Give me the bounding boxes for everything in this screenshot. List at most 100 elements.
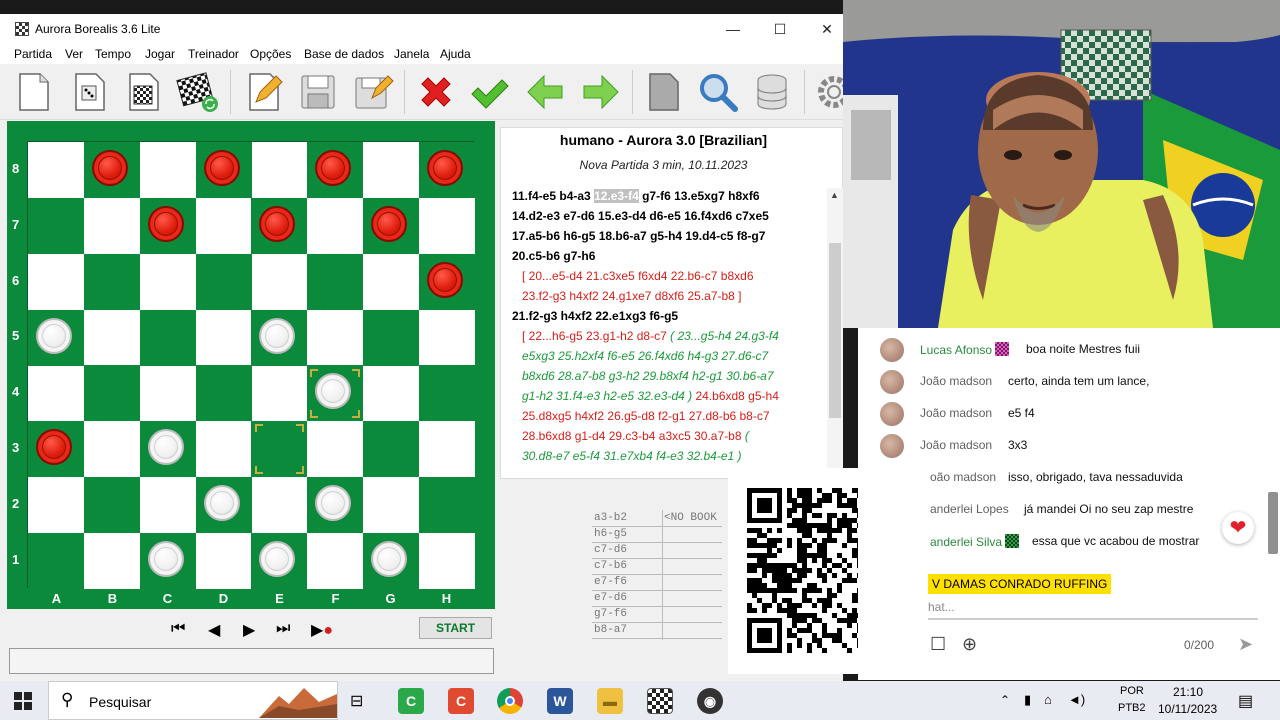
start-button[interactable]: START [419,617,492,639]
square-b7[interactable] [83,197,140,254]
database-icon[interactable] [750,70,794,114]
move-text[interactable]: 17.a5-b6 h6-g5 18.b6-a7 g5-h4 19.d4-c5 f… [512,229,765,243]
notification-icon[interactable]: ▤ [1238,691,1253,711]
scroll-thumb[interactable] [829,243,841,418]
windows-start-icon[interactable] [14,692,32,710]
file-explorer-icon[interactable]: ▬ [597,688,623,714]
square-h2[interactable] [419,477,475,533]
square-a2[interactable] [28,477,84,533]
notation-line[interactable]: e5xg3 25.h2xf4 f6-e5 26.f4xd6 h4-g3 27.d… [512,349,768,363]
network-icon[interactable]: ⌂ [1044,692,1052,707]
move-text[interactable]: ( 23...g5-h4 24.g3-f4 [670,329,779,343]
move-text[interactable]: [ 20...e5-d4 21.c3xe5 f6xd4 22.b6-c7 b8x… [512,269,754,283]
square-d1[interactable] [195,533,252,589]
chat-author-name[interactable]: anderlei Lopes [930,502,1009,516]
square-e3[interactable] [251,421,308,478]
square-e4[interactable] [251,365,308,422]
obs-icon[interactable]: ◉ [697,688,723,714]
document-icon[interactable] [642,70,686,114]
square-d4[interactable] [195,365,252,422]
red-checker-piece[interactable] [427,149,464,186]
autoplay-button[interactable]: ▶● [311,620,333,640]
red-checker-piece[interactable] [35,429,72,466]
square-c8[interactable] [139,142,196,198]
last-move-button[interactable]: ⏭ [276,620,290,638]
menu-opcoes[interactable]: Opções [250,47,291,61]
square-b4[interactable] [83,365,140,422]
forward-arrow-icon[interactable] [578,70,622,114]
square-b6[interactable] [83,253,140,310]
search-icon[interactable] [696,70,740,114]
notation-line[interactable]: b8xd6 28.a7-b8 g3-h2 29.b8xf4 h2-g1 30.b… [512,369,774,383]
menu-jogar[interactable]: Jogar [145,47,175,61]
chat-author-name[interactable]: João madson [920,406,992,420]
book-move[interactable]: g7-f6 [594,608,627,620]
move-text[interactable]: 14.d2-e3 e7-d6 15.e3-d4 d6-e5 16.f4xd6 c… [512,209,769,223]
book-move[interactable]: b8-a7 [594,624,627,636]
chat-author-name[interactable]: João madson [920,374,992,388]
square-e2[interactable] [251,477,308,533]
book-move[interactable]: e7-f6 [594,576,627,588]
chat-message[interactable]: oão madson isso, obrigado, tava nessaduvi… [858,460,1258,488]
chat-message[interactable]: João madson 3x3 [858,428,1258,458]
chat-add-icon[interactable]: ⊕ [962,634,977,655]
square-g6[interactable] [363,253,419,310]
camtasia-green-icon[interactable]: C [398,688,424,714]
clock-date[interactable]: 10/11/2023 [1158,702,1217,716]
new-game-board-icon[interactable] [176,70,220,114]
square-g8[interactable] [363,142,419,198]
save-as-icon[interactable] [350,70,394,114]
menu-treinador[interactable]: Treinador [188,47,239,61]
square-b3[interactable] [83,421,140,478]
square-h7[interactable] [419,197,475,254]
white-checker-piece[interactable] [203,485,240,522]
keyboard-layout-label[interactable]: PTB2 [1118,702,1146,714]
tray-up-icon[interactable]: ⌃ [1000,693,1010,707]
notation-line[interactable]: [ 22...h6-g5 23.g1-h2 d8-c7 ( 23...g5-h4… [512,329,779,343]
notation-line[interactable]: 30.d8-e7 e5-f4 31.e7xb4 f4-e3 32.b4-e1 ) [512,449,742,463]
square-g5[interactable] [363,309,419,366]
move-text[interactable]: 20.c5-b6 g7-h6 [512,249,595,263]
square-a4[interactable] [28,365,84,422]
square-d3[interactable] [195,421,252,478]
notation-line[interactable]: 23.f2-g3 h4xf2 24.g1xe7 d8xf6 25.a7-b8 ] [512,289,742,303]
square-c4[interactable] [139,365,196,422]
square-c2[interactable] [139,477,196,533]
red-checker-piece[interactable] [147,205,184,242]
taskbar-search-box[interactable]: ⚲ Pesquisar [48,681,338,720]
white-checker-piece[interactable] [147,541,184,578]
move-text[interactable]: ( [742,429,749,443]
move-text[interactable]: 11.f4-e5 b4-a3 [512,189,594,203]
square-b1[interactable] [83,533,140,589]
square-b2[interactable] [83,477,140,533]
back-arrow-icon[interactable] [524,70,568,114]
move-text[interactable]: g1-h2 31.f4-e3 h2-e5 32.e3-d4 ) [512,389,692,403]
square-d5[interactable] [195,309,252,366]
square-g3[interactable] [363,421,419,478]
notation-line[interactable]: 14.d2-e3 e7-d6 15.e3-d4 d6-e5 16.f4xd6 c… [512,209,769,223]
settings-icon[interactable] [812,70,843,114]
avatar[interactable] [880,434,904,458]
accept-icon[interactable] [468,70,512,114]
camtasia-red-icon[interactable]: C [448,688,474,714]
menu-ajuda[interactable]: Ajuda [440,47,471,61]
square-b5[interactable] [83,309,140,366]
chrome-icon[interactable] [497,688,523,714]
menu-partida[interactable]: Partida [14,47,52,61]
chat-input[interactable]: hat... [928,600,1258,620]
notation-line[interactable]: 17.a5-b6 h6-g5 18.b6-a7 g5-h4 19.d4-c5 f… [512,229,765,243]
square-d6[interactable] [195,253,252,310]
word-icon[interactable]: W [547,688,573,714]
square-e8[interactable] [251,142,308,198]
square-a8[interactable] [28,142,84,198]
avatar[interactable] [880,338,904,362]
notation-scrollbar[interactable]: ▲ [827,188,843,478]
chat-message[interactable]: anderlei Lopes já mandei Oi no seu zap me… [858,492,1258,520]
notation-line[interactable]: 28.b6xd8 g1-d4 29.c3-b4 a3xc5 30.a7-b8 ( [512,429,749,443]
book-move[interactable]: c7-d6 [594,544,627,556]
move-text[interactable]: [ 22...h6-g5 23.g1-h2 d8-c7 [512,329,670,343]
move-text[interactable]: e5xg3 25.h2xf4 f6-e5 26.f4xd6 h4-g3 27.d… [512,349,768,363]
notation-line[interactable]: 25.d8xg5 h4xf2 26.g5-d8 f2-g1 27.d8-b6 b… [512,409,770,423]
move-text[interactable]: 24.b6xd8 g5-h4 [692,389,778,403]
scroll-up-icon[interactable]: ▲ [830,190,839,200]
